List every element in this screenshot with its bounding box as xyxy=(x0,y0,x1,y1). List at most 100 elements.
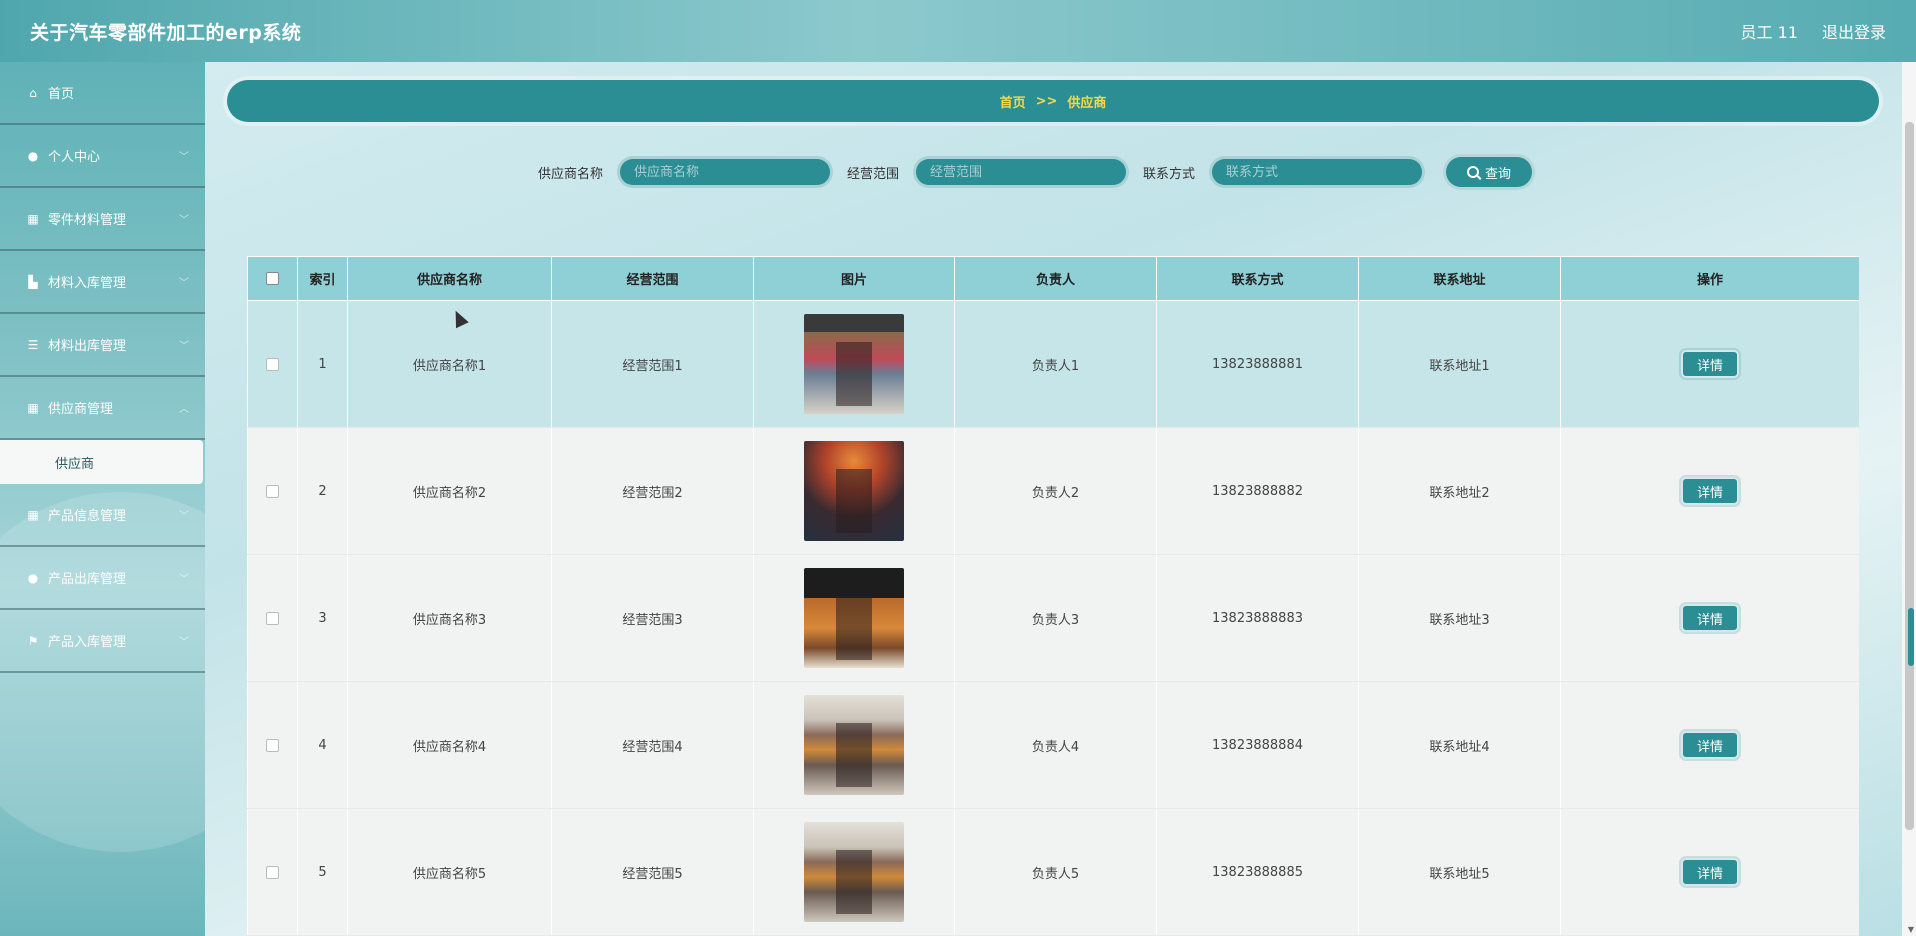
sidebar-item-home[interactable]: ⌂ 首页 xyxy=(0,62,205,125)
business-scope-cell: 经营范围4 xyxy=(551,681,754,809)
sidebar-item-parts-materials[interactable]: ▦ 零件材料管理 ﹀ xyxy=(0,188,205,251)
address-cell: 联系地址4 xyxy=(1358,681,1561,809)
action-cell: 详情 xyxy=(1560,300,1859,428)
sidebar: ⌂ 首页 ● 个人中心 ﹀ ▦ 零件材料管理 ﹀ ▙ 材料入库管理 ﹀ ☰ 材料… xyxy=(0,62,205,936)
page-scrollbar[interactable]: ▼ xyxy=(1902,62,1916,936)
index-cell: 1 xyxy=(297,300,348,428)
detail-button[interactable]: 详情 xyxy=(1681,477,1739,505)
supplier-name-cell: 供应商名称4 xyxy=(347,681,552,809)
grid-icon: ▦ xyxy=(27,507,39,522)
row-checkbox[interactable] xyxy=(266,611,279,625)
breadcrumb: 首页 >> 供应商 xyxy=(227,80,1879,122)
business-scope-cell: 经营范围3 xyxy=(551,554,754,682)
sliders-icon: ☰ xyxy=(27,337,39,352)
scrollbar-thumb[interactable] xyxy=(1905,122,1914,830)
column-header: 图片 xyxy=(753,256,955,301)
action-cell: 详情 xyxy=(1560,681,1859,809)
grid-icon: ▦ xyxy=(27,400,39,415)
sidebar-subitem-label: 供应商 xyxy=(55,456,95,472)
detail-button[interactable]: 详情 xyxy=(1681,604,1739,632)
index-cell: 5 xyxy=(297,808,348,936)
breadcrumb-home[interactable]: 首页 xyxy=(1000,92,1026,111)
detail-button[interactable]: 详情 xyxy=(1681,731,1739,759)
row-checkbox[interactable] xyxy=(266,738,279,752)
chevron-down-icon: ﹀ xyxy=(179,341,189,352)
chevron-down-icon: ﹀ xyxy=(179,637,189,648)
search-icon xyxy=(1467,166,1480,178)
supplier-image xyxy=(804,314,904,414)
side-slider-handle[interactable] xyxy=(1908,608,1914,666)
user-name[interactable]: 员工 11 xyxy=(1741,19,1798,43)
column-header: 操作 xyxy=(1560,256,1859,301)
sidebar-item-product-inbound[interactable]: ⚑ 产品入库管理 ﹀ xyxy=(0,610,205,673)
column-header: 供应商名称 xyxy=(347,256,552,301)
table-row[interactable]: 2 供应商名称2 经营范围2 负责人2 13823888882 联系地址2 详情 xyxy=(247,427,1859,555)
image-cell xyxy=(753,300,955,428)
scroll-down-arrow-icon[interactable]: ▼ xyxy=(1908,925,1914,934)
sidebar-item-material-outbound[interactable]: ☰ 材料出库管理 ﹀ xyxy=(0,314,205,377)
select-all-cell[interactable] xyxy=(247,256,298,301)
sidebar-item-label: 供应商管理 xyxy=(48,402,114,417)
chevron-down-icon: ﹀ xyxy=(179,278,189,289)
action-cell: 详情 xyxy=(1560,808,1859,936)
sidebar-item-label: 产品出库管理 xyxy=(48,572,127,587)
supplier-name-label: 供应商名称 xyxy=(538,166,604,182)
row-select-cell[interactable] xyxy=(247,554,298,682)
owner-cell: 负责人5 xyxy=(954,808,1157,936)
row-select-cell[interactable] xyxy=(247,808,298,936)
supplier-image xyxy=(804,441,904,541)
header-actions: 员工 11 退出登录 xyxy=(1741,19,1886,43)
owner-cell: 负责人3 xyxy=(954,554,1157,682)
image-cell xyxy=(753,808,955,936)
table-row[interactable]: 3 供应商名称3 经营范围3 负责人3 13823888883 联系地址3 详情 xyxy=(247,554,1859,682)
user-icon: ● xyxy=(27,570,39,585)
image-cell xyxy=(753,681,955,809)
table-header-row: 索引 供应商名称 经营范围 图片 负责人 联系方式 联系地址 操作 xyxy=(247,256,1859,301)
table-row[interactable]: 1 供应商名称1 经营范围1 负责人1 13823888881 联系地址1 详情 xyxy=(247,300,1859,428)
column-header: 联系地址 xyxy=(1358,256,1561,301)
chevron-down-icon: ﹀ xyxy=(179,511,189,522)
detail-button[interactable]: 详情 xyxy=(1681,350,1739,378)
sidebar-item-personal-center[interactable]: ● 个人中心 ﹀ xyxy=(0,125,205,188)
table-row[interactable]: 4 供应商名称4 经营范围4 负责人4 13823888884 联系地址4 详情 xyxy=(247,681,1859,809)
search-button-label: 查询 xyxy=(1485,166,1512,182)
supplier-table: 索引 供应商名称 经营范围 图片 负责人 联系方式 联系地址 操作 1 供应商名… xyxy=(247,256,1859,936)
top-header: 关于汽车零部件加工的erp系统 员工 11 退出登录 xyxy=(0,0,1916,62)
sidebar-item-label: 产品入库管理 xyxy=(48,635,127,650)
grid-icon: ▦ xyxy=(27,211,39,226)
row-select-cell[interactable] xyxy=(247,300,298,428)
business-scope-label: 经营范围 xyxy=(847,166,900,182)
phone-cell: 13823888885 xyxy=(1156,808,1359,936)
sidebar-item-supplier-management[interactable]: ▦ 供应商管理 ︿ xyxy=(0,377,205,440)
table-row[interactable]: 5 供应商名称5 经营范围5 负责人5 13823888885 联系地址5 详情 xyxy=(247,808,1859,936)
sidebar-item-material-inbound[interactable]: ▙ 材料入库管理 ﹀ xyxy=(0,251,205,314)
row-checkbox[interactable] xyxy=(266,484,279,498)
phone-cell: 13823888881 xyxy=(1156,300,1359,428)
row-select-cell[interactable] xyxy=(247,427,298,555)
contact-input[interactable] xyxy=(1209,156,1426,188)
business-scope-input[interactable] xyxy=(913,156,1130,188)
sidebar-subitem-supplier[interactable]: 供应商 xyxy=(0,440,203,484)
row-select-cell[interactable] xyxy=(247,681,298,809)
sidebar-item-label: 个人中心 xyxy=(48,150,101,165)
row-checkbox[interactable] xyxy=(266,865,279,879)
business-scope-cell: 经营范围1 xyxy=(551,300,754,428)
logout-link[interactable]: 退出登录 xyxy=(1822,19,1886,43)
supplier-name-cell: 供应商名称3 xyxy=(347,554,552,682)
action-cell: 详情 xyxy=(1560,554,1859,682)
search-button[interactable]: 查询 xyxy=(1443,154,1536,190)
user-icon: ● xyxy=(27,148,39,163)
index-cell: 4 xyxy=(297,681,348,809)
sidebar-item-product-outbound[interactable]: ● 产品出库管理 ﹀ xyxy=(0,547,205,610)
select-all-checkbox[interactable] xyxy=(266,272,279,285)
detail-button[interactable]: 详情 xyxy=(1681,858,1739,886)
owner-cell: 负责人4 xyxy=(954,681,1157,809)
sidebar-item-product-info[interactable]: ▦ 产品信息管理 ﹀ xyxy=(0,484,205,547)
row-checkbox[interactable] xyxy=(266,357,279,371)
supplier-name-input[interactable] xyxy=(617,156,834,188)
column-header: 负责人 xyxy=(954,256,1157,301)
phone-cell: 13823888883 xyxy=(1156,554,1359,682)
breadcrumb-current: 供应商 xyxy=(1067,95,1107,111)
column-header: 经营范围 xyxy=(551,256,754,301)
sidebar-item-label: 材料入库管理 xyxy=(48,276,127,291)
